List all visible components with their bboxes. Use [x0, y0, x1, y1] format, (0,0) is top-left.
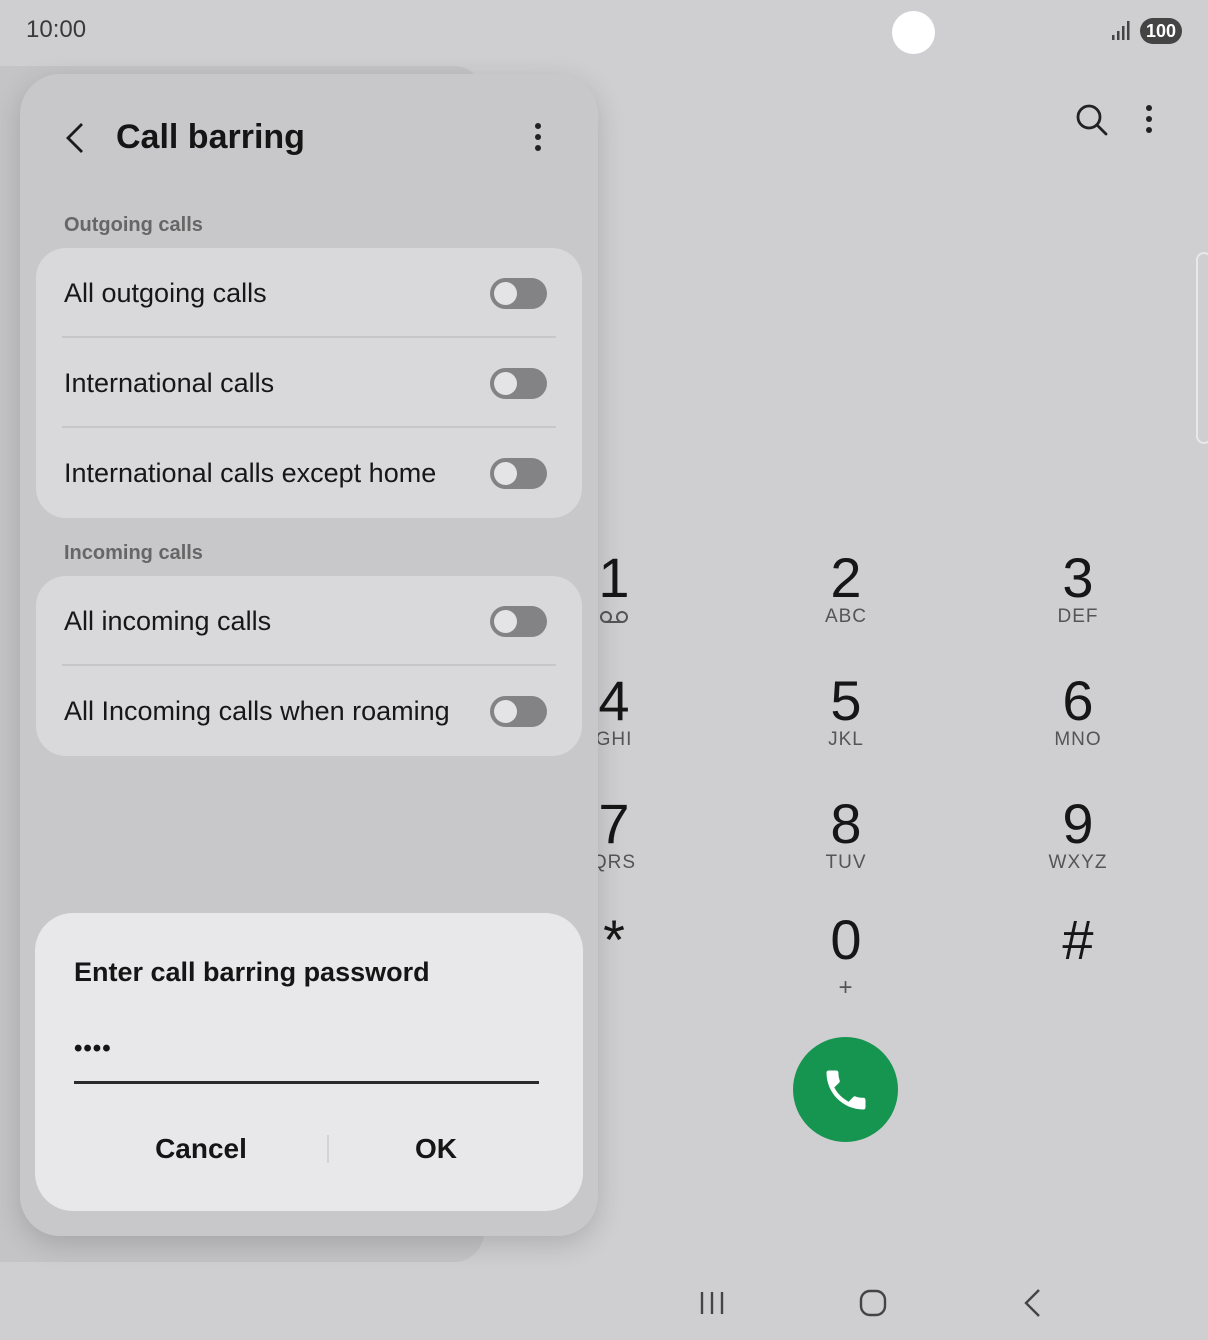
- key-hash[interactable]: #: [998, 910, 1158, 1020]
- setting-label: International calls except home: [64, 458, 437, 488]
- setting-row-international[interactable]: International calls: [36, 338, 582, 428]
- password-input[interactable]: ••••: [74, 1035, 539, 1084]
- section-label-outgoing: Outgoing calls: [64, 214, 203, 236]
- status-time: 10:00: [26, 16, 87, 43]
- key-digit: 3: [1062, 546, 1094, 609]
- toggle-switch[interactable]: [490, 458, 547, 489]
- search-icon[interactable]: [1074, 102, 1110, 138]
- recent-apps-icon[interactable]: [698, 1289, 728, 1317]
- setting-label: International calls: [64, 368, 275, 398]
- key-letters: JKL: [828, 729, 864, 750]
- key-digit: 6: [1062, 669, 1094, 732]
- key-0[interactable]: 0 +: [766, 910, 926, 1020]
- toggle-switch[interactable]: [490, 606, 547, 637]
- toggle-switch[interactable]: [490, 696, 547, 727]
- call-barring-panel: Call barring Outgoing calls All outgoing…: [20, 74, 598, 1236]
- key-5[interactable]: 5 JKL: [766, 671, 926, 781]
- ok-button[interactable]: OK: [320, 1119, 552, 1179]
- setting-row-international-except-home[interactable]: International calls except home: [36, 428, 582, 518]
- key-digit: 0: [830, 908, 862, 971]
- toggle-switch[interactable]: [490, 278, 547, 309]
- back-icon[interactable]: [62, 120, 90, 156]
- key-digit: 9: [1062, 792, 1094, 855]
- key-8[interactable]: 8 TUV: [766, 794, 926, 904]
- outgoing-calls-card: All outgoing calls International calls I…: [36, 248, 582, 518]
- dialog-title: Enter call barring password: [74, 957, 430, 987]
- cancel-button[interactable]: Cancel: [85, 1119, 317, 1179]
- more-options-icon[interactable]: [1139, 104, 1159, 136]
- key-letters: +: [838, 974, 854, 1001]
- voicemail-icon: [600, 611, 628, 623]
- phone-icon: [826, 1070, 865, 1109]
- password-dialog: Enter call barring password •••• Cancel …: [35, 913, 583, 1211]
- key-digit: 2: [830, 546, 862, 609]
- key-letters: TUV: [825, 852, 867, 873]
- key-letters: MNO: [1054, 729, 1102, 750]
- setting-row-all-outgoing[interactable]: All outgoing calls: [36, 248, 582, 338]
- incoming-calls-card: All incoming calls All Incoming calls wh…: [36, 576, 582, 756]
- camera-cutout: [892, 11, 935, 54]
- edge-panel-handle[interactable]: [1196, 252, 1208, 444]
- home-icon[interactable]: [858, 1288, 888, 1318]
- setting-label: All outgoing calls: [64, 278, 267, 308]
- panel-header: Call barring: [20, 74, 598, 204]
- key-2[interactable]: 2 ABC: [766, 548, 926, 658]
- setting-row-all-incoming[interactable]: All incoming calls: [36, 576, 582, 666]
- signal-icon: [1112, 21, 1130, 40]
- toggle-switch[interactable]: [490, 368, 547, 399]
- setting-label: All Incoming calls when roaming: [64, 696, 450, 726]
- setting-row-incoming-roaming[interactable]: All Incoming calls when roaming: [36, 666, 582, 756]
- key-digit: 8: [830, 792, 862, 855]
- key-letters: ABC: [824, 606, 868, 627]
- key-letters: WXYZ: [1048, 852, 1108, 873]
- more-options-icon[interactable]: [528, 122, 548, 154]
- key-letters: DEF: [1057, 606, 1099, 627]
- back-nav-icon[interactable]: [1020, 1287, 1046, 1319]
- key-digit: #: [1062, 908, 1094, 971]
- key-9[interactable]: 9 WXYZ: [998, 794, 1158, 904]
- setting-label: All incoming calls: [64, 606, 272, 636]
- section-label-incoming: Incoming calls: [64, 542, 203, 564]
- key-digit: 5: [830, 669, 862, 732]
- call-button[interactable]: [793, 1037, 898, 1142]
- key-6[interactable]: 6 MNO: [998, 671, 1158, 781]
- key-3[interactable]: 3 DEF: [998, 548, 1158, 658]
- status-bar: 10:00 100: [0, 0, 1208, 64]
- battery-indicator: 100: [1140, 18, 1182, 44]
- page-title: Call barring: [116, 118, 305, 156]
